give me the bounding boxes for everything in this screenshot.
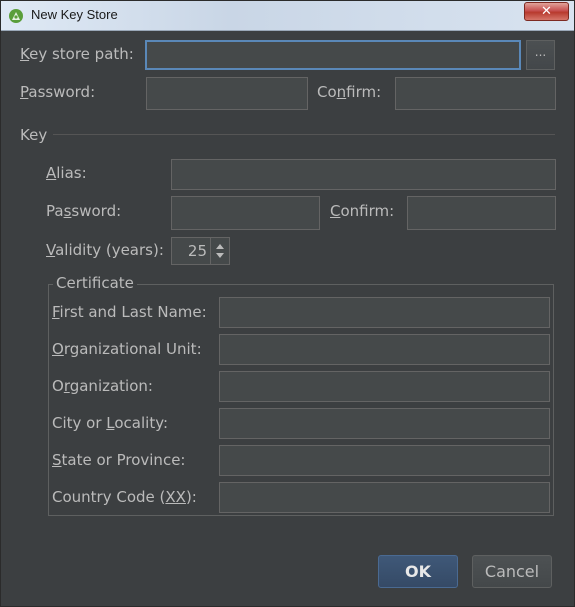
keystore-confirm-input[interactable] (395, 77, 556, 110)
spinner-up-down-icon[interactable] (211, 238, 229, 264)
state-label: State or Province: (52, 451, 185, 469)
state-input[interactable] (219, 445, 550, 476)
key-section-label: Key (20, 126, 48, 144)
mnemonic-f: F (52, 303, 60, 321)
alias-input[interactable] (171, 159, 556, 190)
label-text: irst and Last Name: (59, 303, 207, 321)
label-text: assword: (28, 83, 96, 101)
keystore-password-label: Password: (20, 83, 95, 101)
mnemonic-o: O (52, 340, 64, 358)
validity-spinner[interactable]: 25 (171, 237, 230, 265)
browse-ellipsis-icon: ... (534, 45, 547, 59)
label-text: ganization: (69, 377, 153, 395)
close-button[interactable]: ✕ (524, 2, 569, 21)
close-icon: ✕ (541, 4, 552, 19)
key-password-label: Password: (46, 202, 121, 220)
country-code-label: Country Code (XX): (52, 488, 197, 506)
organization-label: Organization: (52, 377, 153, 395)
spinner-arrows[interactable] (210, 238, 229, 264)
mnemonic-xx: XX (165, 488, 186, 506)
key-section-separator (53, 134, 555, 135)
mnemonic-k: K (20, 45, 30, 63)
key-confirm-input[interactable] (407, 196, 556, 230)
window-title: New Key Store (31, 7, 118, 22)
city-input[interactable] (219, 408, 550, 439)
label-text: onfirm: (340, 202, 395, 220)
label-text: Country Code ( (52, 488, 166, 506)
browse-button[interactable]: ... (526, 40, 555, 70)
label-text: lias: (56, 164, 87, 182)
mnemonic-c: C (330, 202, 341, 220)
label-text: ocality: (114, 414, 169, 432)
cancel-button[interactable]: Cancel (472, 555, 552, 588)
key-store-path-label: Key store path: (20, 45, 134, 63)
alias-label: Alias: (46, 164, 87, 182)
key-confirm-label: Confirm: (330, 202, 394, 220)
label-text: rganizational Unit: (63, 340, 202, 358)
mnemonic-v: V (46, 241, 56, 259)
label-text: sword: (71, 202, 122, 220)
label-text: firm: (346, 83, 382, 101)
new-key-store-dialog: New Key Store ✕ Key store path: ... Pass… (0, 0, 575, 607)
label-text: Pa (46, 202, 64, 220)
validity-label: Validity (years): (46, 241, 164, 259)
org-unit-input[interactable] (219, 334, 550, 365)
mnemonic-s: S (52, 451, 62, 469)
validity-value: 25 (187, 242, 207, 260)
city-label: City or Locality: (52, 414, 168, 432)
key-store-path-input[interactable] (145, 40, 521, 70)
label-text: Co (317, 83, 337, 101)
organization-input[interactable] (219, 371, 550, 402)
mnemonic-a: A (46, 164, 57, 182)
label-text: City or (52, 414, 107, 432)
ok-button[interactable]: OK (378, 555, 458, 588)
label-text: ): (185, 488, 197, 506)
label-text: O (52, 377, 64, 395)
label-text: alidity (years): (55, 241, 164, 259)
first-last-name-label: First and Last Name: (52, 303, 207, 321)
first-last-name-input[interactable] (219, 297, 550, 328)
label-text: tate or Province: (61, 451, 186, 469)
label-text: ey store path: (29, 45, 134, 63)
keystore-confirm-label: Confirm: (317, 83, 381, 101)
org-unit-label: Organizational Unit: (52, 340, 202, 358)
android-studio-icon (9, 9, 23, 23)
country-code-input[interactable] (219, 482, 550, 513)
mnemonic-n: n (336, 83, 347, 101)
key-password-input[interactable] (171, 196, 320, 230)
certificate-section-label: Certificate (53, 274, 137, 292)
keystore-password-input[interactable] (146, 77, 308, 110)
title-bar: New Key Store ✕ (1, 1, 574, 31)
